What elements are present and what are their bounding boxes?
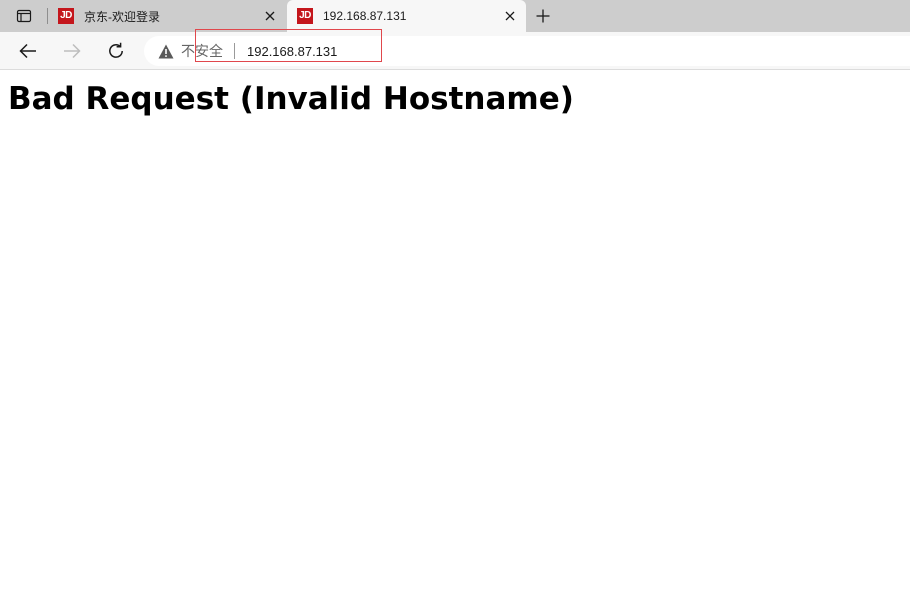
close-icon[interactable]: [260, 6, 280, 26]
jd-favicon-icon: JD: [297, 8, 313, 24]
plus-icon[interactable]: [532, 5, 554, 27]
close-icon[interactable]: [500, 6, 520, 26]
tab-current[interactable]: JD 192.168.87.131: [287, 0, 526, 32]
tab-strip: JD 京东-欢迎登录 JD 192.168.87.131: [0, 0, 910, 32]
page-heading: Bad Request (Invalid Hostname): [8, 81, 574, 117]
tab-actions-icon[interactable]: [8, 6, 40, 26]
tab-jd-login[interactable]: JD 京东-欢迎登录: [50, 0, 286, 32]
reload-icon[interactable]: [102, 37, 130, 65]
jd-favicon-icon: JD: [58, 8, 74, 24]
tab-title: 192.168.87.131: [323, 9, 407, 23]
tab-title: 京东-欢迎登录: [84, 9, 160, 24]
back-arrow-icon[interactable]: [14, 37, 42, 65]
security-status-label[interactable]: 不安全: [181, 41, 223, 61]
tab-divider: [47, 8, 48, 24]
address-divider: [234, 43, 235, 59]
forward-arrow-icon[interactable]: [58, 37, 86, 65]
page-content: Bad Request (Invalid Hostname): [0, 71, 910, 595]
warning-triangle-icon[interactable]: [157, 42, 175, 60]
address-bar[interactable]: 不安全 192.168.87.131: [144, 36, 910, 66]
url-text[interactable]: 192.168.87.131: [247, 44, 337, 59]
browser-toolbar: 不安全 192.168.87.131: [0, 32, 910, 70]
